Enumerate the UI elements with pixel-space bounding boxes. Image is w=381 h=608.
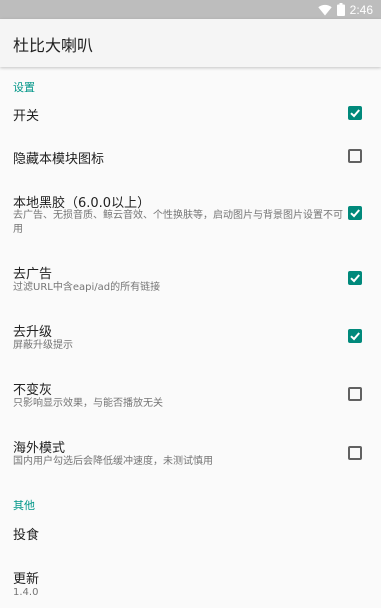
status-time: 2:46	[349, 2, 373, 17]
preference-local-vinyl[interactable]: 本地黑胶（6.0.0以上） 去广告、无损音质、鲸云音效、个性换肤等，启动图片与背…	[0, 180, 381, 244]
preference-title: 去升级	[13, 325, 53, 340]
preference-donate[interactable]: 投食	[0, 513, 381, 553]
checkbox-switch[interactable]	[348, 106, 362, 120]
preference-title: 投食	[13, 528, 40, 543]
checkbox-block-upgrade[interactable]	[348, 329, 362, 343]
preference-hide-icon[interactable]: 隐藏本模块图标	[0, 136, 381, 176]
section-header-other: 其他	[13, 499, 35, 512]
preference-summary: 去广告、无损音质、鲸云音效、个性换肤等，启动图片与背景图片设置不可用	[13, 210, 343, 235]
status-icons: 2:46	[317, 2, 373, 17]
preference-update[interactable]: 更新 1.4.0	[0, 557, 381, 607]
app-title: 杜比大喇叭	[13, 36, 94, 55]
preference-switch[interactable]: 开关	[0, 95, 381, 133]
preference-title: 更新	[13, 572, 40, 587]
check-icon	[350, 274, 360, 283]
preference-summary: 1.4.0	[13, 587, 39, 598]
check-icon	[350, 209, 360, 218]
preference-summary: 屏蔽升级提示	[13, 340, 73, 351]
preference-title: 不变灰	[13, 383, 53, 398]
checkbox-overseas-mode[interactable]	[348, 446, 362, 460]
check-icon	[350, 332, 360, 341]
app-bar: 杜比大喇叭	[0, 19, 381, 67]
section-header-settings: 设置	[13, 81, 35, 94]
wifi-icon	[317, 4, 332, 15]
preference-title: 去广告	[13, 267, 53, 282]
checkbox-local-vinyl[interactable]	[348, 206, 362, 220]
battery-icon	[336, 3, 345, 16]
status-bar: 2:46	[0, 0, 381, 19]
preference-summary: 只影响显示效果，与能否播放无关	[13, 398, 163, 409]
checkbox-remove-ads[interactable]	[348, 271, 362, 285]
preference-remove-ads[interactable]: 去广告 过滤URL中含eapi/ad的所有链接	[0, 252, 381, 302]
preference-title: 海外模式	[13, 441, 66, 456]
preference-overseas-mode[interactable]: 海外模式 国内用户勾选后会降低缓冲速度，未测试慎用	[0, 426, 381, 476]
checkbox-hide-icon[interactable]	[348, 149, 362, 163]
preference-block-upgrade[interactable]: 去升级 屏蔽升级提示	[0, 310, 381, 360]
preference-summary: 过滤URL中含eapi/ad的所有链接	[13, 282, 161, 293]
preference-summary: 国内用户勾选后会降低缓冲速度，未测试慎用	[13, 456, 213, 467]
preference-title: 隐藏本模块图标	[13, 152, 105, 167]
preference-title: 开关	[13, 109, 40, 124]
check-icon	[350, 109, 360, 118]
checkbox-no-gray[interactable]	[348, 387, 362, 401]
preference-no-gray[interactable]: 不变灰 只影响显示效果，与能否播放无关	[0, 368, 381, 418]
